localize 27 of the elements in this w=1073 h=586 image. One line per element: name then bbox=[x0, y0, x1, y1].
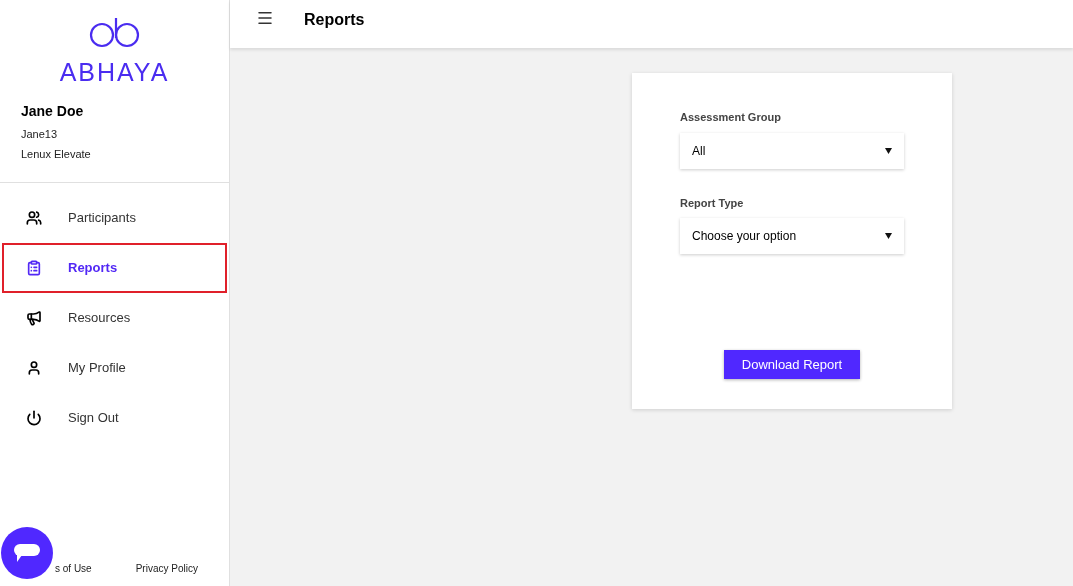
username: Jane13 bbox=[21, 127, 59, 142]
download-button[interactable]: Download Report bbox=[724, 350, 860, 379]
organization: Lenux Elevate bbox=[21, 146, 92, 162]
menu-icon[interactable] bbox=[256, 9, 274, 27]
page-title: Reports bbox=[304, 10, 365, 30]
select-field[interactable]: All bbox=[680, 132, 904, 169]
nav-item[interactable]: Resources bbox=[2, 293, 227, 343]
nav-item[interactable]: Participants bbox=[2, 193, 227, 243]
power-icon bbox=[26, 410, 42, 426]
logo-icon bbox=[88, 16, 141, 48]
footer-link[interactable]: Privacy Policy bbox=[135, 561, 198, 576]
brand-name: ABHAYA bbox=[59, 60, 170, 85]
person-icon bbox=[26, 360, 42, 376]
caret-icon bbox=[885, 233, 892, 239]
chat-bubble-icon bbox=[13, 542, 41, 564]
clipboard-icon bbox=[26, 260, 42, 276]
people-icon bbox=[26, 210, 42, 226]
caret-icon bbox=[885, 147, 892, 154]
nav-item[interactable]: Sign Out bbox=[2, 393, 227, 443]
user-name: Jane Doe bbox=[21, 102, 85, 121]
select-field[interactable]: Choose your option bbox=[680, 218, 904, 254]
nav-item[interactable]: Reports bbox=[2, 243, 227, 293]
field-label: Assessment Group bbox=[680, 110, 782, 125]
field-label: Report Type bbox=[680, 195, 745, 211]
footer-link[interactable]: s of Use bbox=[55, 561, 92, 576]
nav-item[interactable]: My Profile bbox=[2, 343, 227, 393]
megaphone-icon bbox=[26, 310, 42, 326]
